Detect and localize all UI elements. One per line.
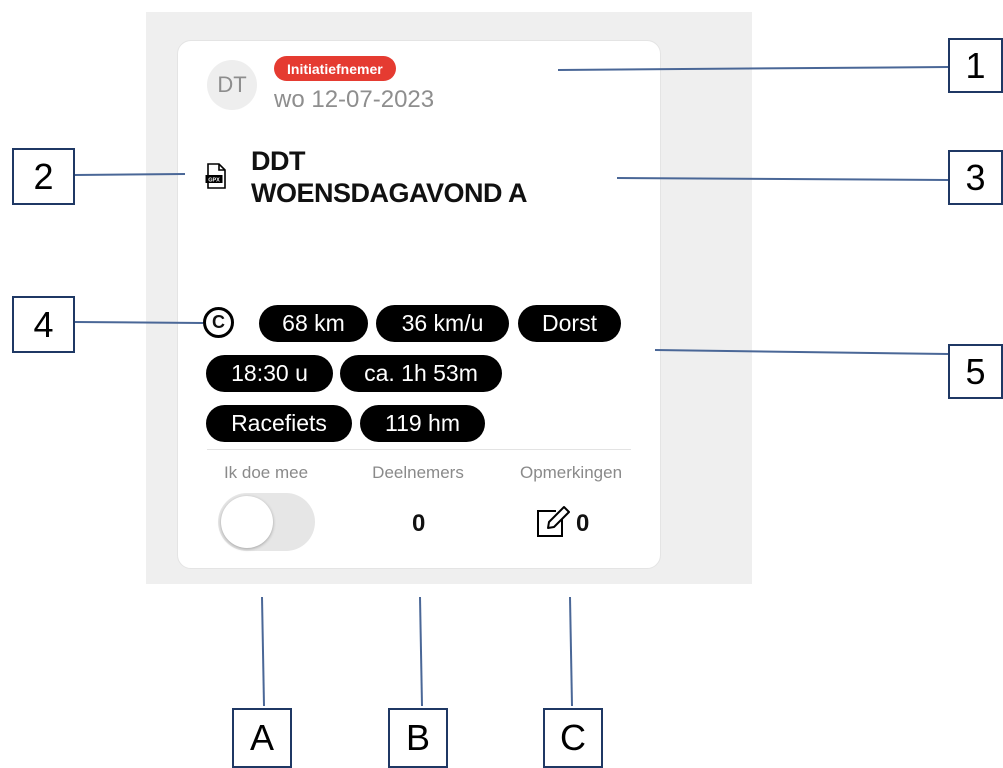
callout-b: B [388,708,448,768]
callout-line-a [261,596,265,707]
callout-5: 5 [948,344,1003,399]
callout-2: 2 [12,148,75,205]
callout-line-c [569,596,573,707]
callout-lines [74,66,949,707]
callout-4: 4 [12,296,75,353]
callout-line-1 [557,66,949,71]
callout-1: 1 [948,38,1003,93]
callout-line-2 [74,173,186,176]
callout-line-b [419,596,423,707]
callout-3: 3 [948,150,1003,205]
callout-line-3 [616,177,949,181]
callout-c: C [543,708,603,768]
callout-line-5 [654,349,949,355]
callout-line-4 [74,321,204,324]
callout-a: A [232,708,292,768]
